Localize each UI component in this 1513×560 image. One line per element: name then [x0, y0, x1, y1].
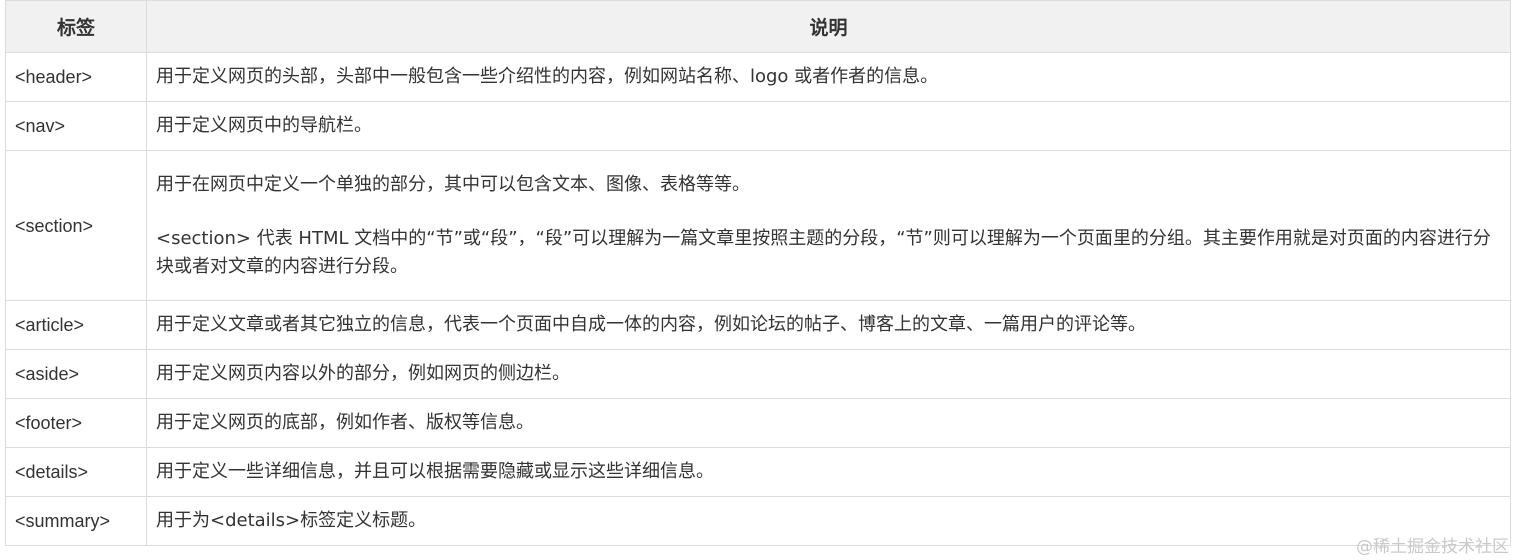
description-text: 用于定义网页内容以外的部分，例如网页的侧边栏。	[156, 363, 570, 384]
tag-cell: <section>	[5, 150, 147, 301]
column-header-description: 说明	[146, 0, 1511, 53]
description-cell: 用于定义网页的底部，例如作者、版权等信息。	[146, 398, 1511, 448]
column-header-tag: 标签	[5, 0, 147, 53]
description-text: 用于定义网页中的导航栏。	[156, 115, 372, 136]
table-row: <footer> 用于定义网页的底部，例如作者、版权等信息。	[5, 398, 1511, 448]
description-text: <section> 代表 HTML 文档中的“节”或“段”，“段”可以理解为一篇…	[156, 227, 1491, 277]
table-row: <summary> 用于为<details>标签定义标题。	[5, 496, 1511, 546]
description-cell: 用于定义网页的头部，头部中一般包含一些介绍性的内容，例如网站名称、logo 或者…	[146, 52, 1511, 102]
description-cell: 用于定义一些详细信息，并且可以根据需要隐藏或显示这些详细信息。	[146, 447, 1511, 497]
description-text: 用于定义网页的头部，头部中一般包含一些介绍性的内容，例如网站名称、logo 或者…	[156, 66, 939, 87]
description-text: 用于定义网页的底部，例如作者、版权等信息。	[156, 412, 534, 433]
tag-cell: <aside>	[5, 349, 147, 399]
tag-cell: <summary>	[5, 496, 147, 546]
table-header-row: 标签 说明	[5, 0, 1511, 53]
description-cell: 用于在网页中定义一个单独的部分，其中可以包含文本、图像、表格等等。 <secti…	[146, 150, 1511, 301]
tag-cell: <details>	[5, 447, 147, 497]
description-cell: 用于为<details>标签定义标题。	[146, 496, 1511, 546]
description-cell: 用于定义网页内容以外的部分，例如网页的侧边栏。	[146, 349, 1511, 399]
table-row: <aside> 用于定义网页内容以外的部分，例如网页的侧边栏。	[5, 349, 1511, 399]
description-text: 用于在网页中定义一个单独的部分，其中可以包含文本、图像、表格等等。	[156, 173, 750, 195]
description-cell: 用于定义网页中的导航栏。	[146, 101, 1511, 151]
description-text: 用于定义一些详细信息，并且可以根据需要隐藏或显示这些详细信息。	[156, 461, 714, 482]
table-row: <header> 用于定义网页的头部，头部中一般包含一些介绍性的内容，例如网站名…	[5, 52, 1511, 102]
tag-cell: <header>	[5, 52, 147, 102]
site-watermark: @稀土掘金技术社区	[1356, 537, 1509, 557]
table-row: <section> 用于在网页中定义一个单独的部分，其中可以包含文本、图像、表格…	[5, 150, 1511, 301]
tag-cell: <article>	[5, 300, 147, 350]
description-cell: 用于定义文章或者其它独立的信息，代表一个页面中自成一体的内容，例如论坛的帖子、博…	[146, 300, 1511, 350]
table-row: <article> 用于定义文章或者其它独立的信息，代表一个页面中自成一体的内容…	[5, 300, 1511, 350]
html5-tags-table: 标签 说明 <header> 用于定义网页的头部，头部中一般包含一些介绍性的内容…	[5, 0, 1511, 546]
tag-cell: <nav>	[5, 101, 147, 151]
description-text: 用于为<details>标签定义标题。	[156, 510, 427, 531]
tag-cell: <footer>	[5, 398, 147, 448]
description-text: 用于定义文章或者其它独立的信息，代表一个页面中自成一体的内容，例如论坛的帖子、博…	[156, 314, 1146, 335]
table-row: <details> 用于定义一些详细信息，并且可以根据需要隐藏或显示这些详细信息…	[5, 447, 1511, 497]
table-row: <nav> 用于定义网页中的导航栏。	[5, 101, 1511, 151]
